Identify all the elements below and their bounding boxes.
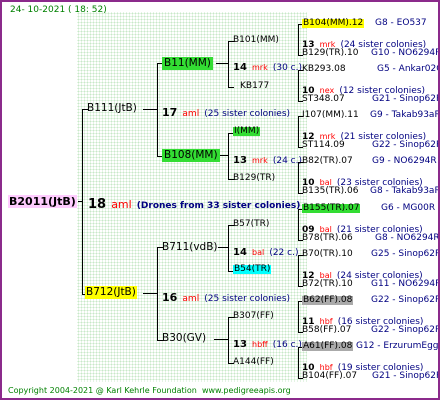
gen4-region-16: G21 - Sinop62R [372,371,440,381]
gen2-parent-3[interactable]: B711(vdB) [162,242,218,253]
gen1-drone-info-2: 16 aml (25 sister colonies) [162,288,290,304]
root-note: (Drones from 33 sister colonies) [136,201,301,211]
gen3-parent-2[interactable]: KB177 [240,82,269,91]
date-stamp: 24- 10-2021 ( 18: 52) [10,5,107,15]
copyright-text: Copyright 2004-2021 @ Karl Kehrle Founda… [8,386,197,395]
gen4-queen-3[interactable]: KB293.08 [302,65,346,74]
gen4-region-11: G25 - Sinop62R [371,249,440,259]
gen4-region-4: G21 - Sinop62R [372,94,440,104]
gen4-queen-14[interactable]: B58(FF).07 [302,326,351,335]
gen4-queen-12[interactable]: B72(TR).10 [302,280,353,289]
gen2-connector-1 [216,63,228,64]
gen1-bracket-2 [157,247,163,341]
gen2-connector-2 [220,155,228,156]
root-connector [78,201,83,202]
gen4-queen-1[interactable]: B104(MM).12 [302,19,365,28]
gen2-connector-4 [214,339,228,340]
root-abbr: aml [111,198,132,211]
gen3-count-2: 13 [233,155,247,166]
gen2-connector-3 [218,247,228,248]
gen1-abbr-1: aml [182,109,200,119]
gen1-connector-1 [143,109,157,110]
gen3-abbr-1: mrk [252,63,268,72]
gen4-region-7: G9 - NO6294R [372,156,437,166]
gen2-parent-1[interactable]: B11(MM) [162,57,213,70]
gen2-parent-2[interactable]: B108(MM) [162,149,220,162]
gen4-queen-15[interactable]: A61(FF).08 [302,342,354,351]
gen4-queen-16[interactable]: B104(FF).07 [302,372,357,381]
gen4-region-9: G6 - MG00R [381,203,436,213]
gen3-abbr-2: mrk [252,156,268,165]
gen4-region-8: G8 - Takab93aR [370,186,440,196]
gen1-connector-2 [143,293,157,294]
gen1-count-2: 16 [162,291,178,304]
gen4-queen-8[interactable]: B135(TR).06 [302,187,358,196]
gen1-count-1: 17 [162,106,178,119]
gen4-region-12: G11 - NO6294R [371,279,440,289]
gen4-queen-4[interactable]: ST348.07 [302,95,345,104]
pedigree-frame: 24- 10-2021 ( 18: 52) B2011(JtB) 18 aml … [0,0,440,400]
gen1-note-2: (25 sister colonies) [204,294,291,304]
gen3-count-4: 13 [233,339,247,350]
gen2-parent-4[interactable]: B30(GV) [162,333,206,344]
gen3-parent-3[interactable]: I(MM) [233,127,261,136]
gen3-count-1: 14 [233,62,247,73]
gen3-note-3: (22 c.) [269,248,299,258]
gen3-parent-5[interactable]: B57(TR) [233,220,269,229]
root-bracket [82,109,88,295]
gen4-region-1: G8 - EO537 [375,18,427,28]
gen4-region-10: G8 - NO6294R [375,233,440,243]
footer-copyright: Copyright 2004-2021 @ Karl Kehrle Founda… [8,387,291,395]
gen4-region-14: G22 - Sinop62R [371,325,440,335]
gen4-queen-10[interactable]: B78(TR).06 [302,234,353,243]
gen1-parent-1[interactable]: B111(JtB) [87,103,137,114]
gen4-region-5: G9 - Takab93aR [370,110,440,120]
gen4-queen-7[interactable]: B82(TR).07 [302,157,353,166]
gen3-parent-6[interactable]: B54(TR) [233,265,272,274]
gen1-abbr-2: aml [182,294,200,304]
root-drone-info: 18 aml (Drones from 33 sister colonies) [88,195,300,211]
gen4-queen-6[interactable]: ST114.09 [302,141,345,150]
gen1-drone-info-1: 17 aml (25 sister colonies) [162,103,290,119]
gen4-queen-2[interactable]: B129(TR).10 [302,49,358,58]
gen1-bracket-1 [157,63,163,157]
gen4-region-2: G10 - NO6294R [371,48,440,58]
gen3-abbr-4: hbff [252,340,268,349]
gen4-queen-11[interactable]: B70(TR).10 [302,250,353,259]
gen4-region-3: G5 - Ankar02Q [377,64,440,74]
gen1-note-1: (25 sister colonies) [204,109,291,119]
root-queen-label[interactable]: B2011(JtB) [8,195,77,208]
gen3-parent-8[interactable]: A144(FF) [233,358,274,367]
gen4-region-15: G12 - ErzurumEgg8 [356,341,440,351]
gen3-drone-info-3: 14 bal (22 c.) [233,242,298,258]
root-count: 18 [88,197,107,212]
gen3-count-3: 14 [233,247,247,258]
gen4-queen-13[interactable]: B62(FF).08 [302,296,354,305]
gen4-region-6: G22 - Sinop62R [372,140,440,150]
gen3-parent-7[interactable]: B307(FF) [233,312,274,321]
gen4-queen-5[interactable]: I107(MM).11 [302,111,359,120]
gen3-drone-info-1: 14 mrk (30 c.) [233,57,302,73]
gen3-parent-4[interactable]: B129(TR) [233,174,275,183]
gen1-parent-2[interactable]: B712(JtB) [85,286,137,299]
gen3-drone-info-4: 13 hbff (16 c.) [233,334,302,350]
gen3-abbr-3: bal [252,248,265,257]
gen4-region-13: G22 - Sinop62R [371,295,440,305]
gen3-parent-1[interactable]: B101(MM) [233,36,279,45]
gen4-queen-9[interactable]: B155(TR).07 [302,204,361,213]
site-link[interactable]: www.pedigreeapis.org [202,386,291,395]
gen3-drone-info-2: 13 mrk (24 c.) [233,150,302,166]
